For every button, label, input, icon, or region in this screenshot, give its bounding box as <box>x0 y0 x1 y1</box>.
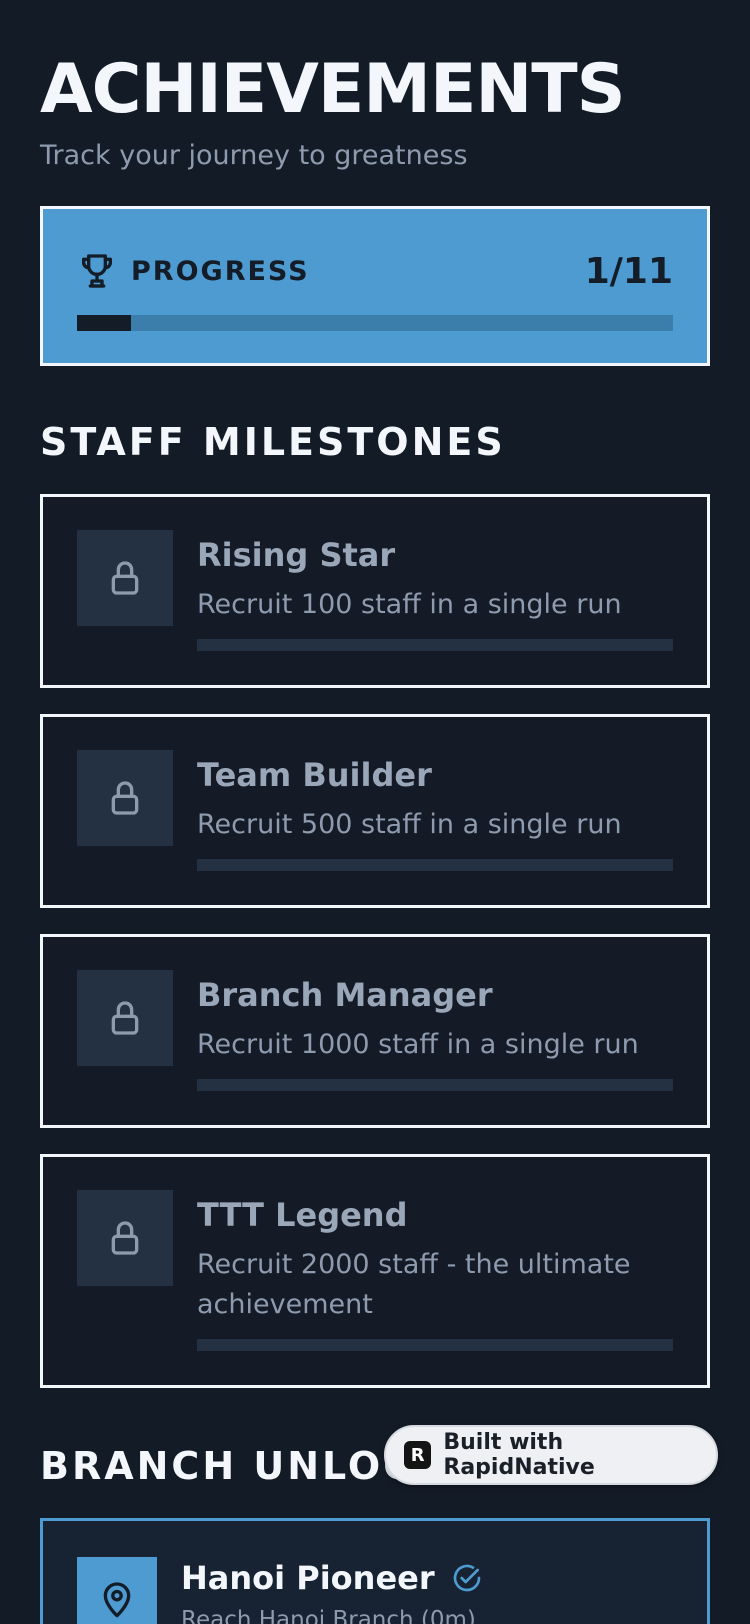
achievement-card-ttt-legend[interactable]: TTT Legend Recruit 2000 staff - the ulti… <box>40 1154 710 1388</box>
check-circle-icon <box>453 1564 480 1592</box>
achievement-name: Rising Star <box>197 536 396 574</box>
trophy-icon <box>82 254 113 288</box>
achievement-description: Recruit 2000 staff - the ultimate achiev… <box>197 1249 631 1320</box>
lock-icon <box>111 561 139 595</box>
achievement-progress-bar <box>197 1079 673 1091</box>
achievement-icon-box <box>77 530 173 626</box>
achievement-progress-bar <box>197 859 673 871</box>
achievements-screen: ACHIEVEMENTS Track your journey to great… <box>0 0 750 1624</box>
achievement-icon-box <box>77 970 173 1066</box>
progress-bar <box>77 315 673 331</box>
achievement-title-row: Hanoi Pioneer <box>181 1559 483 1597</box>
achievement-description: Recruit 1000 staff in a single run <box>197 1029 639 1060</box>
achievement-body: Branch Manager Recruit 1000 staff in a s… <box>197 975 673 1091</box>
achievement-description: Recruit 100 staff in a single run <box>197 589 622 620</box>
achievement-card-rising-star[interactable]: Rising Star Recruit 100 staff in a singl… <box>40 494 710 688</box>
lock-icon <box>111 781 139 815</box>
progress-count: 1/11 <box>584 250 673 292</box>
lock-icon <box>111 1001 139 1035</box>
achievement-description: Reach Hanoi Branch (0m) <box>181 1607 476 1624</box>
staff-milestones-heading: STAFF MILESTONES <box>40 420 506 464</box>
achievement-name: Branch Manager <box>197 976 493 1014</box>
progress-card: PROGRESS 1/11 <box>40 206 710 366</box>
achievement-card-team-builder[interactable]: Team Builder Recruit 500 staff in a sing… <box>40 714 710 908</box>
progress-label: PROGRESS <box>131 255 310 287</box>
achievement-icon-box <box>77 1190 173 1286</box>
achievement-icon-box <box>77 750 173 846</box>
lock-icon <box>111 1221 139 1255</box>
achievement-progress-bar <box>197 639 673 651</box>
achievement-body: Rising Star Recruit 100 staff in a singl… <box>197 535 673 651</box>
achievement-card-branch-manager[interactable]: Branch Manager Recruit 1000 staff in a s… <box>40 934 710 1128</box>
achievement-description: Recruit 500 staff in a single run <box>197 809 622 840</box>
achievement-icon-box <box>77 1557 157 1624</box>
map-pin-icon <box>103 1582 131 1618</box>
rapidnative-logo-icon: R <box>404 1441 432 1469</box>
page-title: ACHIEVEMENTS <box>40 50 626 129</box>
achievement-body: Team Builder Recruit 500 staff in a sing… <box>197 755 673 871</box>
achievement-card-hanoi-pioneer[interactable]: Hanoi Pioneer Reach Hanoi Branch (0m) <box>40 1518 710 1624</box>
achievement-progress-bar <box>197 1339 673 1351</box>
achievement-name: Team Builder <box>197 756 432 794</box>
badge-label: Built with RapidNative <box>443 1430 595 1480</box>
achievement-body: TTT Legend Recruit 2000 staff - the ulti… <box>197 1195 673 1351</box>
achievement-name: Hanoi Pioneer <box>181 1559 435 1597</box>
progress-bar-fill <box>77 315 132 331</box>
page-subtitle: Track your journey to greatness <box>40 140 468 171</box>
built-with-badge[interactable]: R Built with RapidNative <box>384 1425 718 1485</box>
progress-header: PROGRESS 1/11 <box>77 249 673 293</box>
achievement-name: TTT Legend <box>197 1196 408 1234</box>
